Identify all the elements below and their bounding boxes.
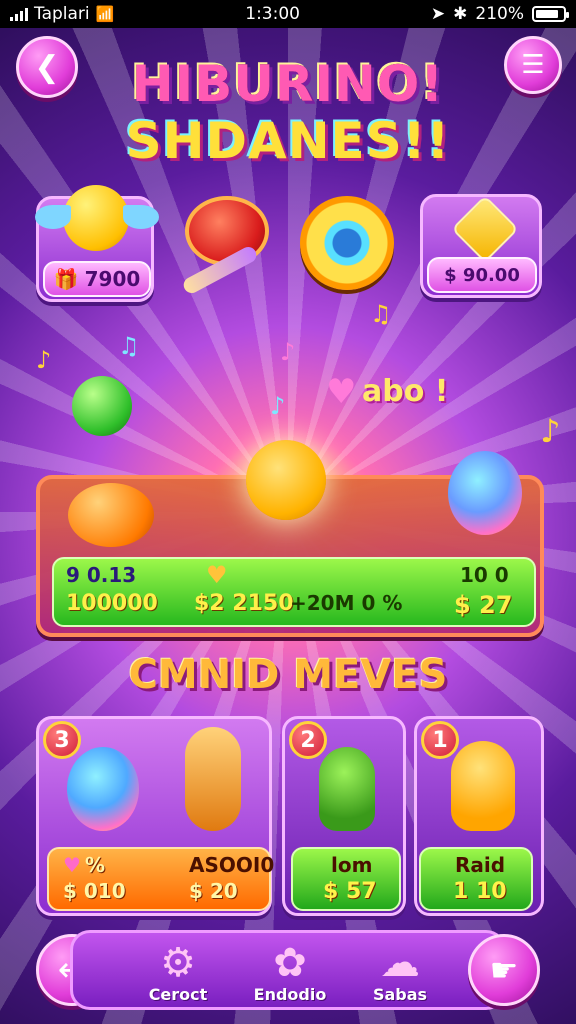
battery-icon xyxy=(532,6,569,22)
music-note-icon: ♪ xyxy=(540,412,561,450)
floating-label: abo ! xyxy=(362,374,449,409)
move-card-3[interactable]: 1 Raid 1 10 xyxy=(414,716,544,916)
signal-icon xyxy=(10,7,28,21)
cloud-icon: ☁ xyxy=(380,940,420,986)
move-price-box: lom $ 57 xyxy=(291,847,401,911)
bottom-nav: ⚙ Ceroct ✿ Endodio ☁ Sabas xyxy=(70,930,506,1010)
music-note-icon: ♪ xyxy=(280,338,296,366)
price-pill: 🎁 7900 xyxy=(43,261,151,297)
music-note-icon: ♫ xyxy=(370,300,392,328)
location-icon: ➤ xyxy=(430,4,446,24)
game-title-line1: HIBURINO! xyxy=(131,55,445,113)
move-price-box: Raid 1 10 xyxy=(419,847,533,911)
goblin-character-icon xyxy=(319,747,375,831)
stats-bar: 9 0.13 100000 ♥ $2 2150 +20M 0 % 10 0 $ … xyxy=(52,557,536,627)
emoji-wings-icon xyxy=(63,185,129,251)
section-title: CMNID MEVES xyxy=(128,652,448,698)
wing-left-icon xyxy=(35,205,71,229)
hand-icon: ☛ xyxy=(489,951,519,989)
nav-item-sabas[interactable]: ☁ Sabas xyxy=(345,941,455,1004)
lion-character-icon xyxy=(451,741,515,831)
stat-value: 100000 xyxy=(66,591,158,616)
nav-item-settings[interactable]: ⚙ Ceroct xyxy=(123,941,233,1004)
rainbow-bear-icon xyxy=(67,747,139,831)
music-note-diamond-icon xyxy=(451,195,519,263)
green-ball-icon xyxy=(72,376,132,436)
stat-value: 10 0 xyxy=(460,563,509,587)
rank-badge: 3 xyxy=(43,721,81,759)
stat-value: +20M 0 % xyxy=(290,591,403,615)
heart-icon: ♥ xyxy=(206,561,228,589)
rainbow-bear-icon xyxy=(448,451,522,535)
item-card-emoji[interactable]: 🎁 7900 xyxy=(35,185,159,302)
status-bar: Taplari 📶 1:3:00 ➤ ✱ 210% xyxy=(0,0,576,28)
price-pill-2: $ 90.00 xyxy=(427,257,537,293)
hand-button[interactable]: ☛ xyxy=(468,934,540,1006)
wifi-icon: 📶 xyxy=(95,5,115,23)
wing-right-icon xyxy=(123,205,159,229)
stat-value: $2 2150 xyxy=(194,591,294,616)
carrier-label: Taplari xyxy=(34,4,90,24)
bluetooth-icon: ✱ xyxy=(453,4,468,24)
stat-value: $ 27 xyxy=(454,591,513,619)
rank-badge: 1 xyxy=(421,721,459,759)
move-card-2[interactable]: 2 lom $ 57 xyxy=(282,716,406,916)
clock: 1:3:00 xyxy=(245,4,300,24)
heart-icon: ♥ xyxy=(63,853,81,877)
mascot-cat-icon[interactable] xyxy=(246,440,326,520)
orange-balloon-icon xyxy=(68,483,154,547)
music-note-icon: ♪ xyxy=(270,392,286,420)
gift-icon: 🎁 xyxy=(53,267,79,291)
flower-gear-icon: ✿ xyxy=(273,940,307,986)
nav-item-endodio[interactable]: ✿ Endodio xyxy=(235,941,345,1004)
heart-icon: ♥ xyxy=(326,372,357,412)
gear-icon: ⚙ xyxy=(160,940,196,986)
vinyl-record-icon[interactable] xyxy=(300,196,394,290)
battery-percent: 210% xyxy=(475,4,524,24)
move-card-1[interactable]: 3 ♥ % $ 010 ASOOI0 $ 20 xyxy=(36,716,274,916)
game-title-line2: SHDANES!! xyxy=(125,112,451,170)
stat-value: 9 0.13 xyxy=(66,563,137,587)
move-price-box: ♥ % $ 010 ASOOI0 $ 20 xyxy=(47,847,274,911)
music-note-icon: ♪ xyxy=(36,346,52,374)
bread-character-icon xyxy=(185,727,241,831)
item-card-note[interactable]: $ 90.00 xyxy=(420,194,542,298)
music-note-icon: ♫ xyxy=(118,332,140,360)
rank-badge: 2 xyxy=(289,721,327,759)
